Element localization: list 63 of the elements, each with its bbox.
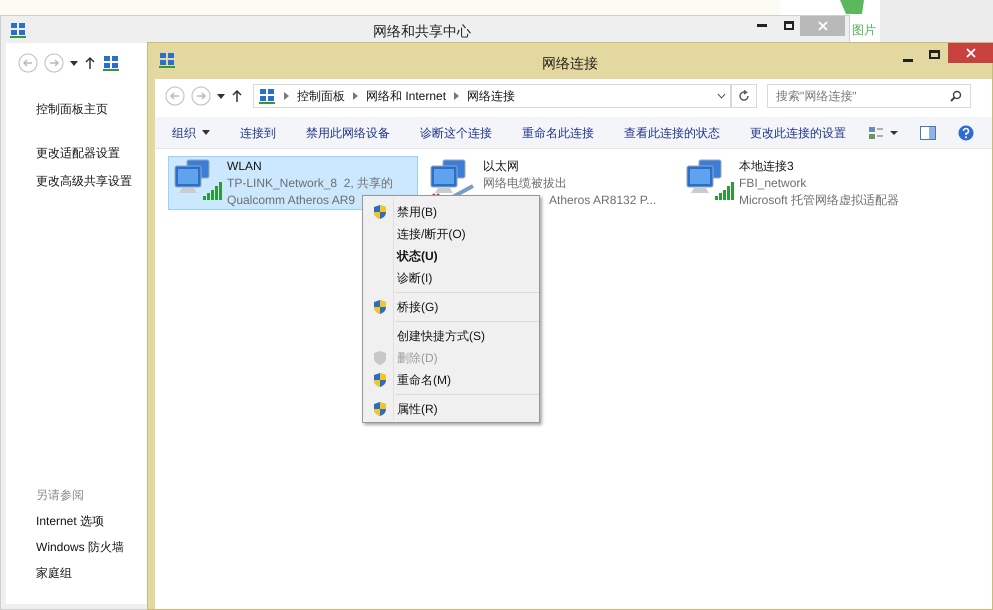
window-title: 网络和共享中心 <box>373 22 471 41</box>
address-bar[interactable]: 控制面板 网络和 Internet 网络连接 <box>253 84 731 108</box>
breadcrumb-item[interactable]: 控制面板 <box>297 87 345 105</box>
toolbar-button[interactable]: 更改此连接的设置 <box>750 124 846 142</box>
sidebar-link[interactable]: 更改高级共享设置 <box>36 172 148 190</box>
refresh-button[interactable] <box>731 84 757 108</box>
menu-item[interactable]: 创建快捷方式(S) <box>363 325 539 347</box>
sidebar-link[interactable]: 控制面板主页 <box>36 100 148 118</box>
menu-item[interactable]: 桥接(G) <box>363 296 539 318</box>
menu-item[interactable]: 诊断(I) <box>363 267 539 289</box>
connection-name: 本地连接3 <box>739 158 795 175</box>
chevron-right-icon <box>284 92 289 100</box>
menu-item[interactable]: 重命名(M) <box>363 369 539 391</box>
preview-pane-icon[interactable] <box>920 126 936 140</box>
up-arrow-icon[interactable] <box>231 89 243 103</box>
connection-name: 以太网 <box>483 158 520 175</box>
sidebar-link[interactable]: 家庭组 <box>36 564 148 582</box>
sidebar-link[interactable]: Windows 防火墙 <box>36 538 148 556</box>
adapter-name: Atheros AR8132 P... <box>548 192 656 209</box>
network-folder-icon <box>258 87 276 105</box>
chevron-right-icon <box>353 92 358 100</box>
network-folder-icon <box>158 51 176 69</box>
see-also-heading: 另请参阅 <box>36 487 85 504</box>
maximize-button[interactable] <box>929 50 940 59</box>
connection-status: 网络电缆被拔出 <box>483 175 568 192</box>
breadcrumb-item[interactable]: 网络连接 <box>467 87 516 105</box>
search-icon <box>950 90 962 102</box>
toolbar-button[interactable]: 诊断这个连接 <box>420 124 492 142</box>
chevron-down-icon[interactable] <box>717 93 726 99</box>
menu-item[interactable]: 状态(U) <box>363 245 539 267</box>
control-panel-icon <box>102 54 120 72</box>
connection-name: WLAN <box>227 158 263 175</box>
maximize-button[interactable] <box>784 21 794 30</box>
search-input[interactable]: 搜索"网络连接" <box>776 87 950 105</box>
connection-item[interactable]: 本地连接3 FBI_network Microsoft 托管网络虚拟适配器 <box>680 156 930 210</box>
up-arrow-icon[interactable] <box>84 56 96 70</box>
help-icon[interactable] <box>958 124 974 140</box>
search-field[interactable]: 搜索"网络连接" <box>767 84 971 108</box>
breadcrumb-item[interactable]: 网络和 Internet <box>366 87 446 105</box>
connection-status: TP-LINK_Network_8 2, 共享的 <box>227 175 394 192</box>
close-button[interactable] <box>948 43 993 63</box>
sidebar-link[interactable]: Internet 选项 <box>36 512 148 530</box>
toolbar-button[interactable]: 组织 <box>172 124 210 142</box>
window-title: 网络连接 <box>542 54 598 73</box>
caret-icon <box>217 94 225 98</box>
toolbar-button[interactable]: 禁用此网络设备 <box>306 124 390 142</box>
menu-item[interactable]: 属性(R) <box>363 398 539 420</box>
close-icon <box>966 48 976 58</box>
close-icon <box>818 21 828 31</box>
toolbar-button[interactable]: 重命名此连接 <box>522 124 594 142</box>
toolbar-button[interactable]: 连接到 <box>240 124 276 142</box>
adapter-name: Microsoft 托管网络虚拟适配器 <box>739 192 900 209</box>
caret-icon <box>70 60 78 66</box>
chevron-right-icon <box>454 92 460 100</box>
refresh-icon <box>738 90 750 102</box>
toolbar-button[interactable]: 查看此连接的状态 <box>624 124 720 142</box>
adapter-name: Qualcomm Atheros AR9 <box>227 192 356 209</box>
control-panel-icon <box>9 20 27 38</box>
connection-status: FBI_network <box>739 175 808 192</box>
menu-item[interactable]: 连接/断开(O) <box>363 223 539 245</box>
view-options-icon[interactable] <box>868 126 898 140</box>
caret-icon <box>202 130 210 135</box>
sidebar-link[interactable]: 更改适配器设置 <box>36 144 148 162</box>
